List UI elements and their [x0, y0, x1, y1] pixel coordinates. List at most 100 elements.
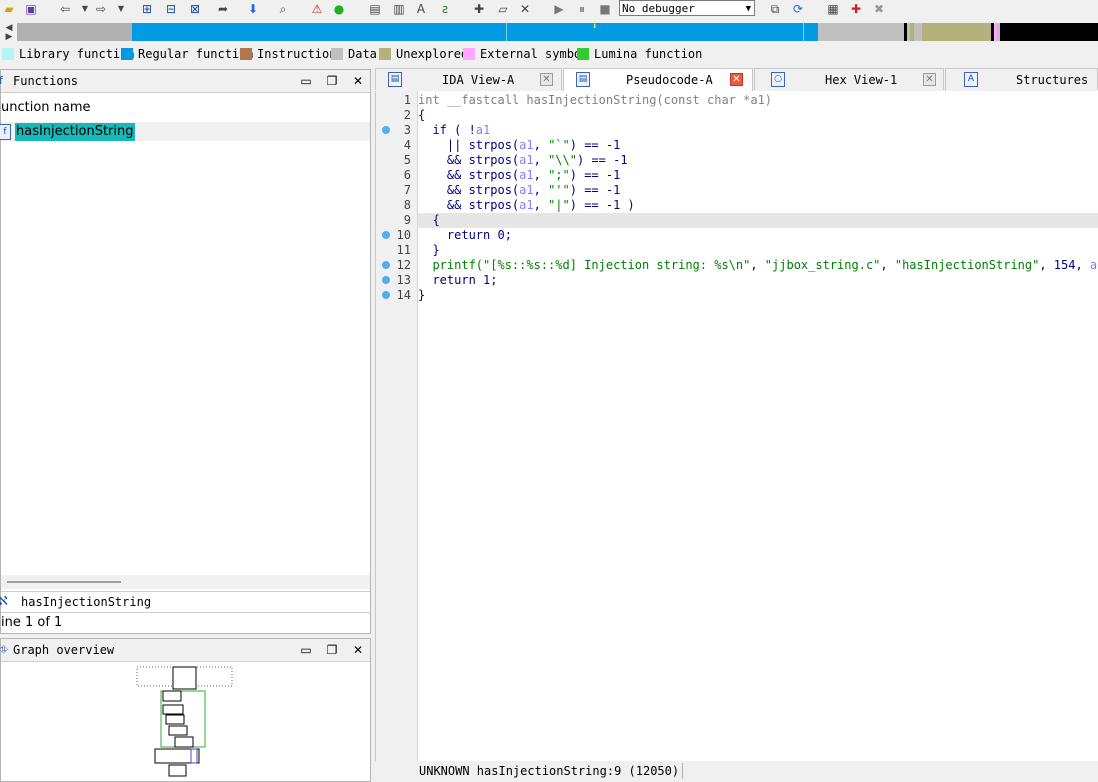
legend-item: Unexplored: [379, 46, 468, 61]
breakpoint-icon[interactable]: ▦: [826, 2, 840, 16]
close-icon[interactable]: ✕: [351, 643, 365, 657]
code-line[interactable]: }: [418, 243, 1098, 258]
code-line[interactable]: printf("[%s::%s::%d] Injection string: %…: [418, 258, 1098, 273]
code-line[interactable]: {: [418, 108, 1098, 123]
graph-node[interactable]: [168, 764, 187, 777]
legend-swatch: [2, 47, 14, 60]
nav-segment-divider: [506, 23, 507, 41]
view-3-icon[interactable]: ⊠: [188, 2, 202, 16]
close-icon[interactable]: ✕: [540, 73, 553, 86]
remove-breakpoint-icon[interactable]: ✖: [872, 2, 886, 16]
back-dropdown-icon[interactable]: ▼: [78, 2, 92, 16]
data-icon[interactable]: ▥: [392, 2, 406, 16]
warning-icon[interactable]: ⚠: [310, 2, 324, 16]
functions-panel-titlebar: f Functions ▭ ❐ ✕: [0, 70, 370, 93]
breakpoint-dot-icon[interactable]: [382, 231, 390, 239]
tab-pseudocode[interactable]: ▤ Pseudocode-A ✕: [563, 68, 753, 91]
graph-node[interactable]: [165, 714, 185, 725]
pseudocode-icon: ▤: [576, 72, 590, 87]
patch-icon[interactable]: ✚: [472, 2, 486, 16]
view-tabbar: ▤ IDA View-A ✕ ▤ Pseudocode-A ✕ ○ Hex Vi…: [375, 68, 1098, 91]
down-arrow-icon[interactable]: ⬇: [246, 2, 260, 16]
code-line[interactable]: || strpos(a1, "`") == -1: [418, 138, 1098, 153]
function-filter-input[interactable]: ℵ hasInjectionString: [0, 591, 370, 613]
code-line[interactable]: && strpos(a1, ";") == -1: [418, 168, 1098, 183]
debugger-select[interactable]: No debugger ▼: [619, 0, 755, 16]
breakpoint-dot-icon[interactable]: [382, 291, 390, 299]
code-line[interactable]: && strpos(a1, "|") == -1 ): [418, 198, 1098, 213]
minimize-icon[interactable]: ▭: [299, 74, 313, 88]
jump-icon[interactable]: ➦: [216, 2, 230, 16]
code-line[interactable]: if ( !a1: [418, 123, 1098, 138]
code-line-current[interactable]: {: [418, 213, 1098, 228]
legend-swatch: [463, 47, 475, 60]
code-line[interactable]: return 0;: [418, 228, 1098, 243]
graph-overview-canvas[interactable]: [1, 661, 370, 781]
attach-icon[interactable]: ⧉: [768, 2, 782, 16]
scrollbar-thumb[interactable]: [7, 581, 121, 583]
search-icon[interactable]: ⌕: [276, 2, 290, 16]
breakpoint-dot-icon[interactable]: [382, 261, 390, 269]
legend-label: Lumina function: [594, 46, 703, 61]
view-icon[interactable]: ⊞: [140, 2, 154, 16]
legend-item: Regular function: [121, 46, 254, 61]
pause-icon[interactable]: ⏸: [575, 2, 589, 16]
graph-node[interactable]: [168, 725, 188, 736]
legend-item: Lumina function: [577, 46, 702, 61]
add-breakpoint-icon[interactable]: ✚: [849, 2, 863, 16]
filter-icon: ℵ: [0, 594, 8, 609]
forward-dropdown-icon[interactable]: ▼: [114, 2, 128, 16]
close-icon[interactable]: ✕: [923, 73, 936, 86]
function-row[interactable]: f hasInjectionString: [0, 122, 370, 141]
code-line[interactable]: && strpos(a1, "\\") == -1: [418, 153, 1098, 168]
close-icon[interactable]: ✕: [351, 74, 365, 88]
minimize-icon[interactable]: ▭: [299, 643, 313, 657]
graph-node[interactable]: [172, 666, 197, 690]
navigation-strip[interactable]: ⬇: [17, 23, 1098, 41]
tab-hex-view[interactable]: ○ Hex View-1 ✕: [754, 68, 944, 90]
close-icon[interactable]: ✕: [730, 73, 743, 86]
play-icon[interactable]: ▶: [552, 2, 566, 16]
breakpoint-dot-icon[interactable]: [382, 126, 390, 134]
tab-structures[interactable]: A Structures: [945, 68, 1098, 90]
graph-node[interactable]: [162, 704, 184, 715]
restore-icon[interactable]: ❐: [325, 74, 339, 88]
breakpoint-dot-icon[interactable]: [382, 276, 390, 284]
nav-segment-data: [914, 23, 922, 41]
main-toolbar: ▰ ▣ ⇦ ▼ ⇨ ▼ ⊞ ⊟ ⊠ ➦ ⬇ ⌕ ⚠ ● ▤ ▥ A ƨ ✚ ▱ …: [0, 0, 1098, 20]
nav-right-icon[interactable]: ▶: [2, 30, 16, 44]
view-2-icon[interactable]: ⊟: [164, 2, 178, 16]
text-icon[interactable]: A: [414, 2, 428, 16]
restore-icon[interactable]: ❐: [325, 643, 339, 657]
open-icon[interactable]: ▰: [2, 2, 16, 16]
legend-label: Data: [348, 46, 377, 61]
code-line[interactable]: int __fastcall hasInjectionString(const …: [418, 93, 1098, 108]
graph-icon[interactable]: ▱: [496, 2, 510, 16]
code-line[interactable]: && strpos(a1, "'") == -1: [418, 183, 1098, 198]
save-icon[interactable]: ▣: [24, 2, 38, 16]
function-name-column-header[interactable]: unction name: [1, 100, 91, 115]
nav-cursor-icon: ⬇: [592, 23, 598, 32]
cross-icon[interactable]: ✕: [518, 2, 532, 16]
legend-label: Unexplored: [396, 46, 469, 61]
line-number: 7: [403, 183, 411, 197]
line-number-gutter[interactable]: 1 2 3 4 5 6 7 8 9 10 11 12 13 14: [376, 91, 418, 761]
legend-swatch: [331, 47, 343, 60]
graph-node[interactable]: [174, 736, 194, 748]
refresh-icon[interactable]: ⟳: [791, 2, 805, 16]
script-icon[interactable]: ƨ: [438, 2, 452, 16]
forward-icon[interactable]: ⇨: [94, 2, 108, 16]
function-name[interactable]: hasInjectionString: [15, 123, 135, 141]
tab-ida-view[interactable]: ▤ IDA View-A ✕: [375, 68, 562, 90]
legend-label: Library function: [19, 46, 135, 61]
pseudocode-view[interactable]: 1 2 3 4 5 6 7 8 9 10 11 12 13 14 int __fastcall hasIn…: [375, 91, 1098, 761]
graph-node[interactable]: [162, 690, 182, 702]
functions-panel: f Functions ▭ ❐ ✕ unction name f hasInje…: [0, 69, 371, 634]
code-icon[interactable]: ▤: [368, 2, 382, 16]
run-icon[interactable]: ●: [332, 2, 346, 16]
back-icon[interactable]: ⇦: [58, 2, 72, 16]
code-line[interactable]: return 1;: [418, 273, 1098, 288]
code-line[interactable]: }: [418, 288, 1098, 303]
line-number: 4: [403, 138, 411, 152]
stop-icon[interactable]: ■: [598, 2, 612, 16]
